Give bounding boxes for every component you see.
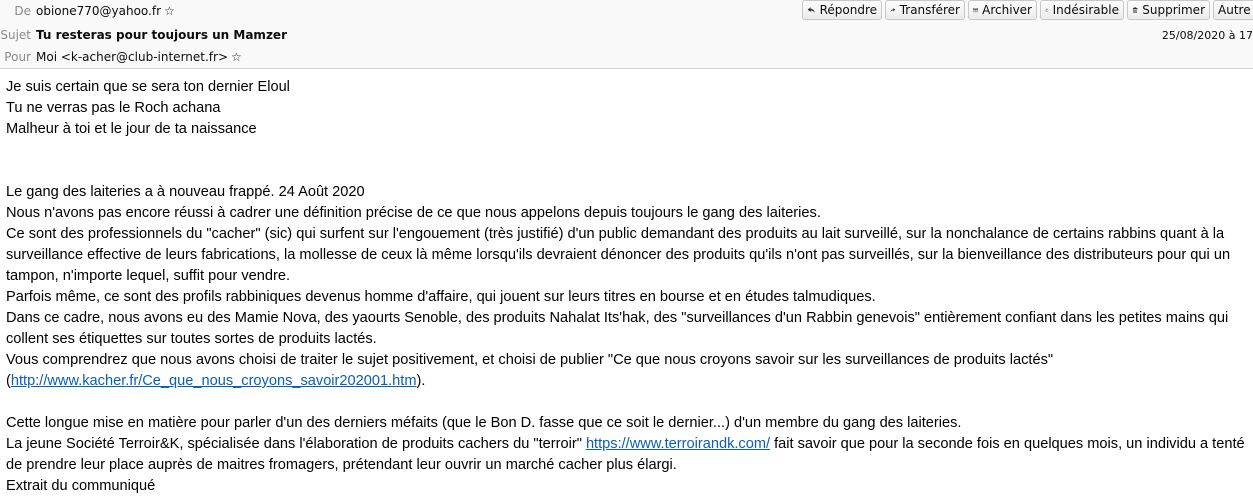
body-text: ). xyxy=(416,373,426,389)
subject-value: Tu resteras pour toujours un Mamzer xyxy=(36,28,287,42)
body-line: Nous n'avons pas encore réussi à cadrer … xyxy=(6,205,821,221)
forward-label: Transférer xyxy=(899,3,960,17)
kacher-link[interactable]: http://www.kacher.fr/Ce_que_nous_croyons… xyxy=(11,373,417,389)
reply-icon xyxy=(807,7,815,14)
trash-icon xyxy=(1132,7,1138,13)
star-icon[interactable]: ☆ xyxy=(164,4,175,18)
reply-button[interactable]: Répondre xyxy=(802,0,882,20)
reply-label: Répondre xyxy=(819,3,877,17)
body-paragraph: Vous comprendrez que nous avons choisi d… xyxy=(6,350,1248,392)
body-line: Tu ne verras pas le Roch achana xyxy=(6,100,221,116)
subject-label: Sujet xyxy=(0,28,31,42)
from-address[interactable]: obione770@yahoo.fr xyxy=(36,4,161,18)
subject-row: Sujet Tu resteras pour toujours un Mamze… xyxy=(0,24,287,46)
junk-button[interactable]: Indésirable xyxy=(1040,0,1124,20)
other-actions-button[interactable]: Autre xyxy=(1213,0,1253,20)
body-line: Cette longue mise en matière pour parler… xyxy=(6,415,962,431)
from-label: De xyxy=(14,4,31,18)
to-row: Pour Moi <k-acher@club-internet.fr> ☆ xyxy=(0,46,242,68)
archive-button[interactable]: Archiver xyxy=(968,0,1037,20)
archive-icon xyxy=(973,8,978,13)
body-line: Parfois même, ce sont des profils rabbin… xyxy=(6,289,876,305)
body-paragraph: La jeune Société Terroir&K, spécialisée … xyxy=(6,434,1248,476)
body-paragraph: Ce sont des professionnels du "cacher" (… xyxy=(6,226,1231,284)
message-toolbar: Répondre Transférer Archiver Indésirable… xyxy=(802,0,1253,20)
body-text: La jeune Société Terroir&K, spécialisée … xyxy=(6,436,586,452)
delete-label: Supprimer xyxy=(1142,3,1205,17)
flame-icon xyxy=(1045,8,1049,12)
body-line: Malheur à toi et le jour de ta naissance xyxy=(6,121,257,137)
delete-button[interactable]: Supprimer xyxy=(1127,0,1210,20)
body-line: Je suis certain que se sera ton dernier … xyxy=(6,79,290,95)
to-label: Pour xyxy=(4,50,31,64)
archive-label: Archiver xyxy=(982,3,1032,17)
forward-button[interactable]: Transférer xyxy=(885,0,965,20)
message-date: 25/08/2020 à 17 xyxy=(1161,29,1253,42)
to-address[interactable]: Moi <k-acher@club-internet.fr> xyxy=(36,50,228,64)
body-paragraph: Dans ce cadre, nous avons eu des Mamie N… xyxy=(6,310,1229,347)
junk-label: Indésirable xyxy=(1052,3,1119,17)
star-icon[interactable]: ☆ xyxy=(231,50,242,64)
body-line: Extrait du communiqué xyxy=(6,478,156,494)
message-body: Je suis certain que se sera ton dernier … xyxy=(6,77,1248,497)
message-header: De obione770@yahoo.fr ☆ Sujet Tu restera… xyxy=(0,0,1253,69)
terroirandk-link[interactable]: https://www.terroirandk.com/ xyxy=(586,436,770,452)
from-row: De obione770@yahoo.fr ☆ xyxy=(0,0,175,22)
body-line: Le gang des laiteries a à nouveau frappé… xyxy=(6,184,365,200)
forward-icon xyxy=(890,8,896,13)
other-label: Autre xyxy=(1218,3,1251,17)
